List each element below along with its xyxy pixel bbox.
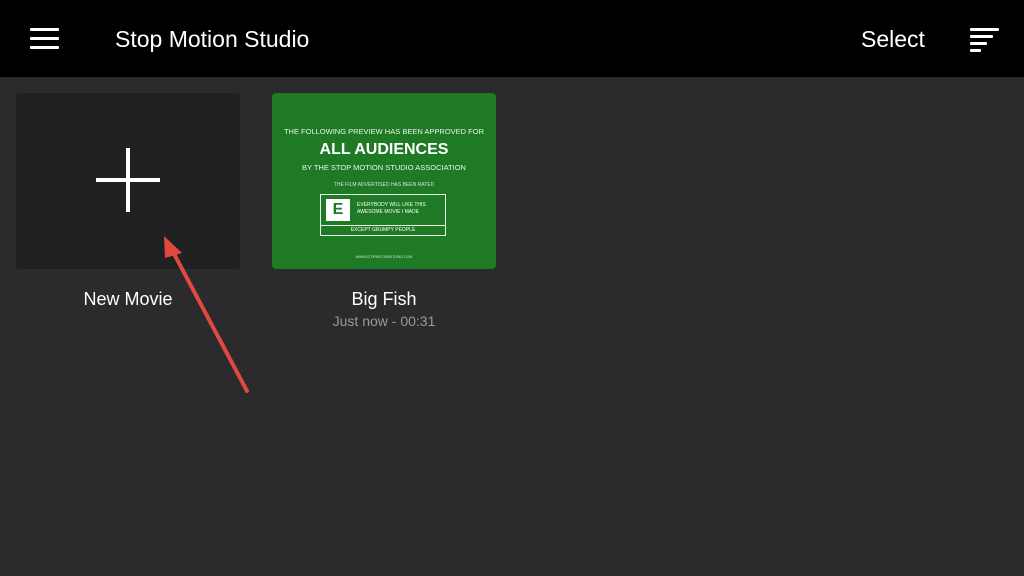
- rating-description: EVERYBODY WILL LIKE THIS AWESOME MOVIE I…: [357, 202, 426, 215]
- movie-thumbnail[interactable]: THE FOLLOWING PREVIEW HAS BEEN APPROVED …: [272, 93, 496, 269]
- sort-icon[interactable]: [966, 24, 1002, 54]
- rating-box: E EVERYBODY WILL LIKE THIS AWESOME MOVIE…: [320, 194, 446, 236]
- rating-card-footer: WWW.STOPMOTIONSTUDIO.COM: [355, 255, 413, 259]
- rating-card-line2: BY THE STOP MOTION STUDIO ASSOCIATION: [302, 163, 466, 172]
- select-button[interactable]: Select: [861, 25, 925, 53]
- rating-divider: [321, 225, 445, 226]
- menu-icon[interactable]: [28, 24, 62, 54]
- rating-except-line: EXCEPT GRUMPY PEOPLE: [350, 227, 416, 233]
- plus-icon: [96, 148, 160, 212]
- annotation-arrow-shaft: [170, 248, 249, 393]
- new-movie-label: New Movie: [83, 289, 173, 309]
- rating-card-headline: ALL AUDIENCES: [319, 141, 449, 158]
- rating-card-rated-line: THE FILM ADVERTISED HAS BEEN RATED: [333, 182, 435, 188]
- app-title: Stop Motion Studio: [115, 26, 310, 52]
- movie-title: Big Fish: [351, 289, 417, 309]
- movie-meta: Just now - 00:31: [332, 313, 436, 329]
- rating-letter: E: [326, 199, 350, 221]
- top-app-bar: Stop Motion Studio Select: [0, 0, 1024, 77]
- rating-card-line1: THE FOLLOWING PREVIEW HAS BEEN APPROVED …: [283, 127, 485, 136]
